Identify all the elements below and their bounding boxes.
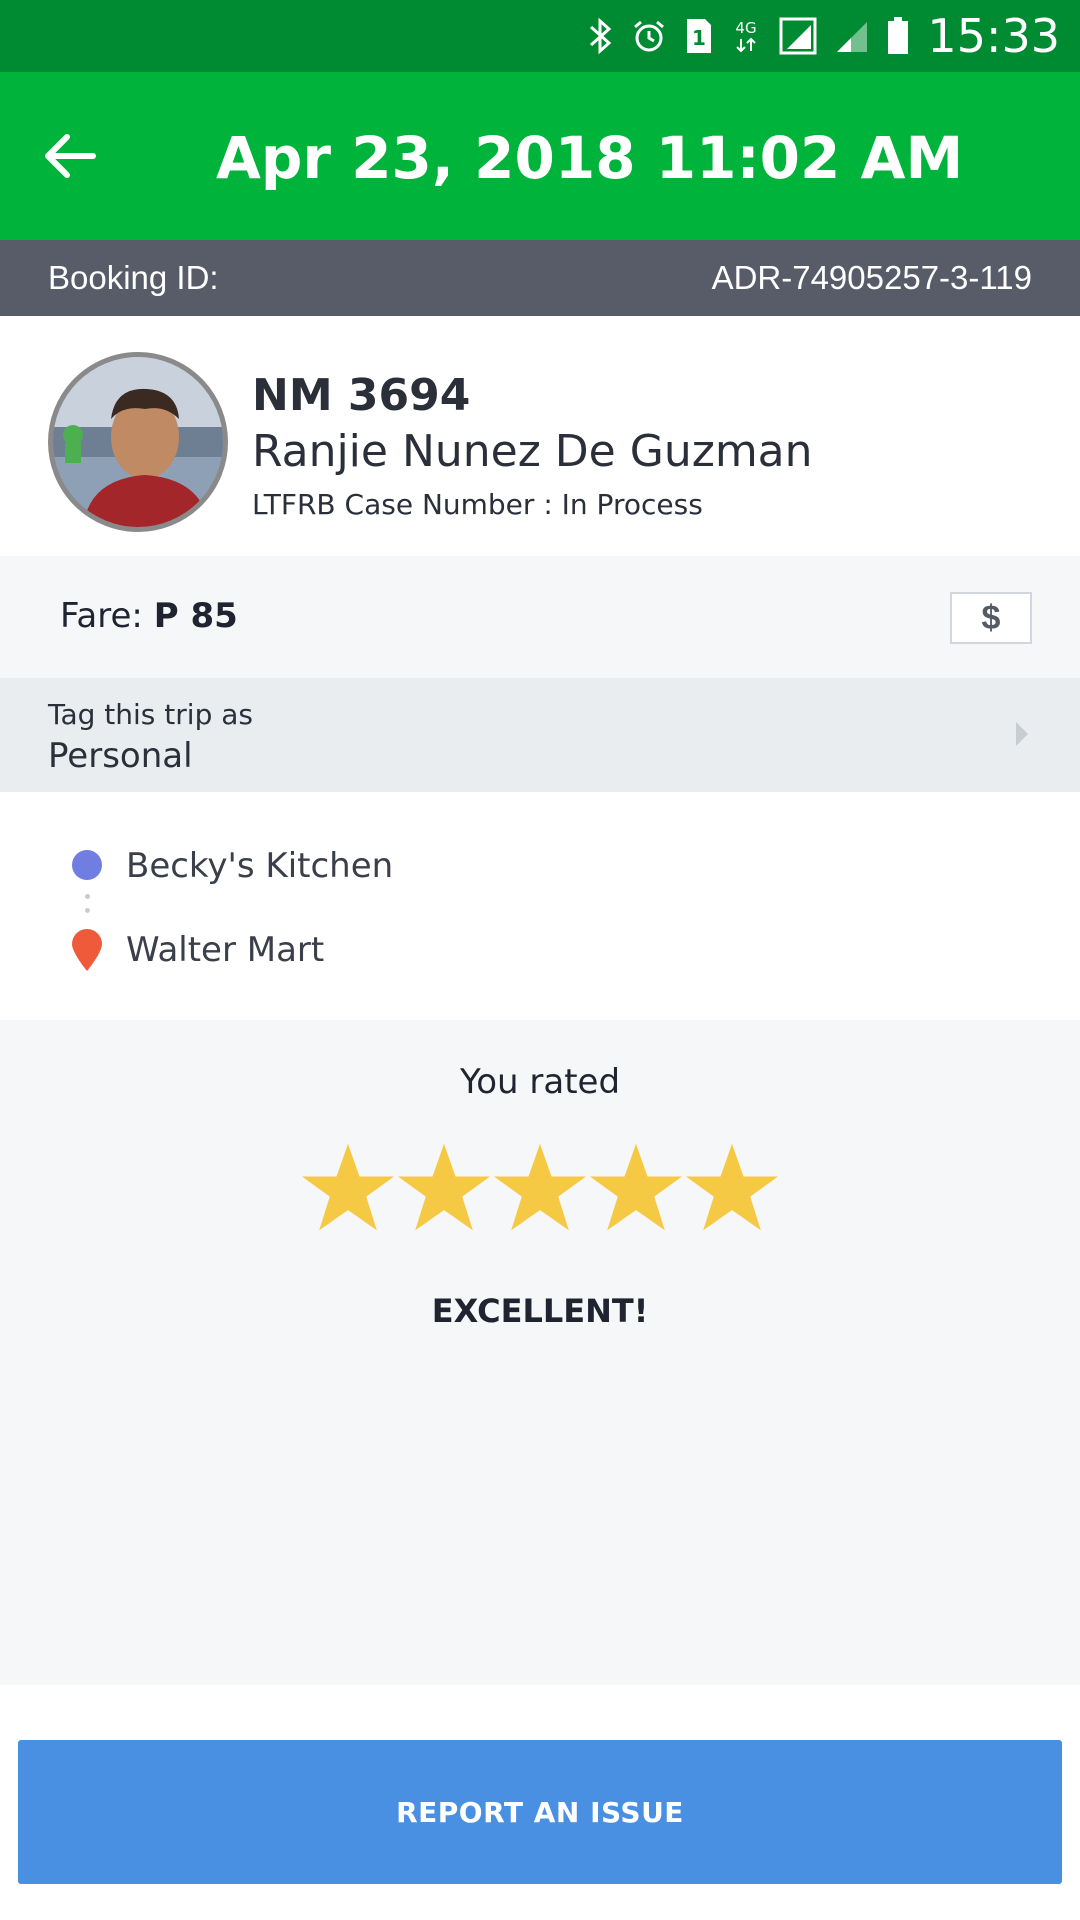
svg-text:4G: 4G: [736, 19, 757, 37]
chevron-right-icon: [1016, 722, 1028, 746]
fare-text: Fare: P 85: [60, 596, 238, 636]
tag-trip-label: Tag this trip as: [48, 698, 253, 731]
dropoff-location: Walter Mart: [126, 930, 325, 970]
signal-icon: [779, 17, 817, 55]
dollar-icon: $: [981, 598, 1001, 637]
signal-weak-icon: [835, 18, 869, 54]
star-icon[interactable]: [588, 1138, 684, 1238]
network-type-icon: 4G: [731, 17, 761, 55]
payment-method-button[interactable]: $: [950, 592, 1032, 644]
fare-label: Fare:: [60, 596, 143, 636]
ltfrb-case-number: LTFRB Case Number : In Process: [252, 488, 703, 521]
vehicle-plate: NM 3694: [252, 370, 471, 421]
alarm-icon: [631, 18, 667, 54]
status-time: 15:33: [927, 9, 1060, 63]
route-connector: [85, 894, 90, 922]
app-bar: Apr 23, 2018 11:02 AM: [0, 72, 1080, 240]
fare-value: P 85: [153, 596, 238, 636]
svg-text:1: 1: [692, 26, 706, 50]
status-bar: 1 4G 15:33: [0, 0, 1080, 72]
pickup-dot-icon: [72, 850, 102, 880]
booking-id-value: ADR-74905257-3-119: [711, 259, 1032, 296]
fare-row: Fare: P 85 $: [0, 556, 1080, 678]
driver-name: Ranjie Nunez De Guzman: [252, 426, 813, 477]
star-rating: [300, 1138, 780, 1248]
booking-id-label: Booking ID:: [48, 259, 219, 296]
rating-section: You rated EXCELLENT!: [0, 1020, 1080, 1685]
status-icons: 1 4G 15:33: [569, 0, 1060, 72]
pickup-location: Becky's Kitchen: [126, 846, 394, 886]
report-issue-button[interactable]: REPORT AN ISSUE: [18, 1740, 1062, 1884]
driver-card: NM 3694 Ranjie Nunez De Guzman LTFRB Cas…: [0, 316, 1080, 556]
rating-word: EXCELLENT!: [431, 1292, 649, 1330]
bluetooth-icon: [587, 17, 613, 55]
booking-id-bar: Booking ID: ADR-74905257-3-119: [0, 240, 1080, 316]
rating-label: You rated: [459, 1062, 621, 1102]
battery-icon: [887, 17, 909, 55]
star-icon[interactable]: [300, 1138, 396, 1238]
arrow-left-icon: [45, 134, 96, 178]
back-button[interactable]: [30, 116, 110, 196]
star-icon[interactable]: [492, 1138, 588, 1238]
dropoff-pin-icon: [72, 929, 102, 971]
route-section: Becky's Kitchen Walter Mart: [0, 792, 1080, 1020]
page-title: Apr 23, 2018 11:02 AM: [216, 124, 964, 192]
star-icon[interactable]: [396, 1138, 492, 1238]
tag-trip-value: Personal: [48, 736, 193, 776]
sim-icon: 1: [685, 17, 713, 55]
driver-avatar: [48, 352, 228, 532]
star-icon[interactable]: [684, 1138, 780, 1238]
tag-trip-row[interactable]: Tag this trip as Personal: [0, 678, 1080, 792]
